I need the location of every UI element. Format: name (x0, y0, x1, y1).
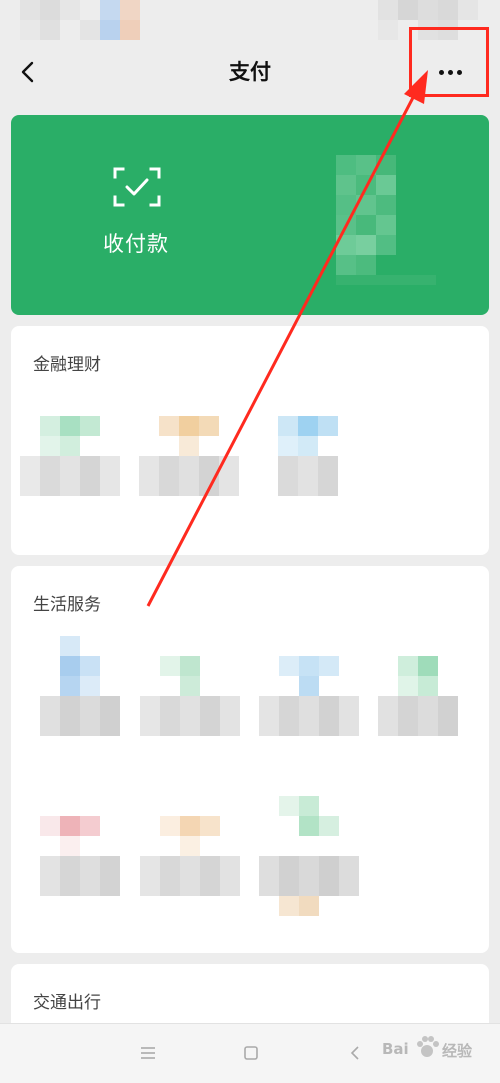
finance-tile-2[interactable] (139, 416, 239, 526)
finance-section-title: 金融理财 (33, 355, 101, 375)
finance-tile-3[interactable] (258, 416, 358, 526)
menu-icon (141, 1047, 155, 1059)
payment-card: 收付款 (11, 115, 489, 315)
blurred-balance-area (336, 155, 436, 285)
finance-section: 金融理财 (11, 326, 489, 555)
square-home-icon (244, 1046, 258, 1060)
nav-home-button[interactable] (236, 1038, 266, 1068)
life-services-section-title: 生活服务 (33, 595, 101, 615)
transport-section-title: 交通出行 (33, 993, 101, 1013)
scan-check-icon (113, 167, 161, 207)
life-tile-4[interactable] (378, 636, 478, 746)
watermark-brand: Bai (382, 1040, 409, 1058)
life-tile-7[interactable] (259, 796, 359, 916)
receive-pay-label: 收付款 (103, 232, 169, 256)
status-bar-left-blur (20, 0, 140, 40)
life-services-section: 生活服务 (11, 566, 489, 953)
life-tile-3[interactable] (259, 636, 359, 746)
nav-back-button[interactable] (340, 1038, 370, 1068)
back-triangle-icon (350, 1046, 359, 1060)
life-tile-1[interactable] (40, 636, 140, 746)
life-tile-6[interactable] (140, 816, 240, 926)
paw-icon (417, 1036, 439, 1057)
life-tile-2[interactable] (140, 636, 240, 746)
annotation-highlight-box (409, 27, 489, 97)
receive-pay-button[interactable]: 收付款 (71, 155, 221, 265)
watermark: Bai 经验 (380, 1030, 500, 1070)
life-tile-5[interactable] (40, 816, 140, 926)
nav-menu-button[interactable] (133, 1038, 163, 1068)
watermark-suffix: 经验 (442, 1042, 473, 1060)
finance-tile-1[interactable] (20, 416, 120, 526)
